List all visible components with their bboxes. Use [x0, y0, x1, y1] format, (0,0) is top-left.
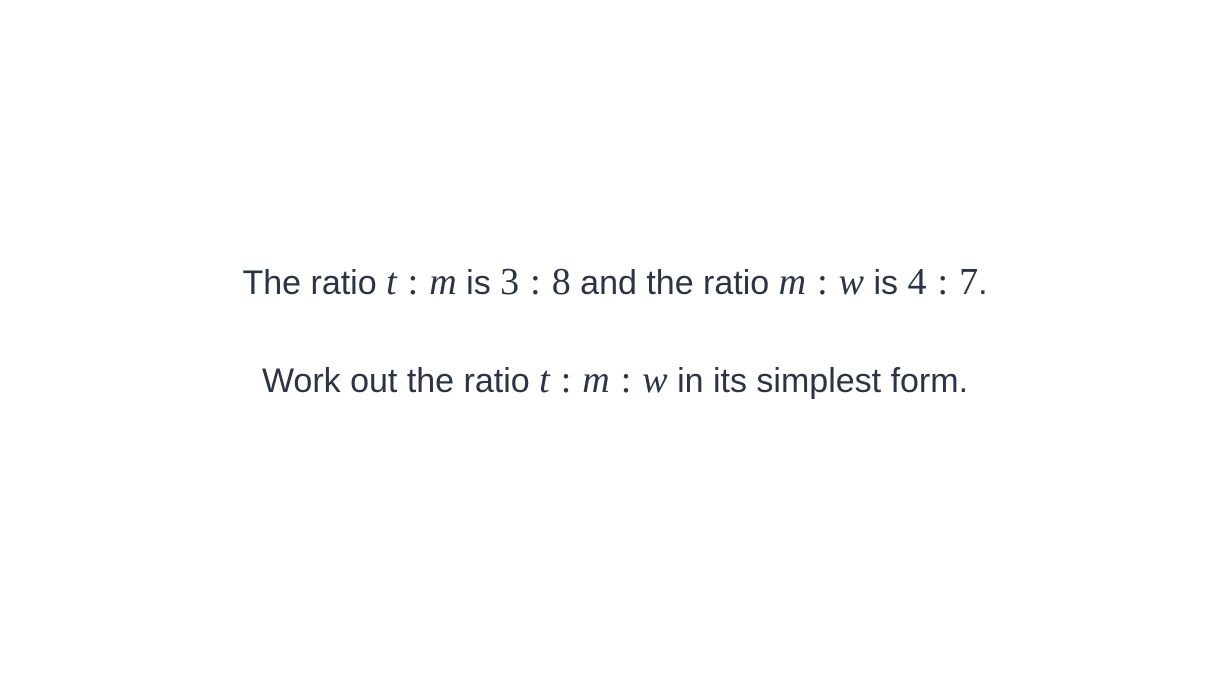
- question-statement-line: The ratio t:m is 3:8 and the ratio m:w i…: [0, 262, 1230, 303]
- ratio-colon: :: [817, 261, 828, 303]
- ratio-value-4: 4: [907, 261, 927, 303]
- ratio-m-to-w: m:w: [779, 261, 864, 303]
- statement-text-2: is: [466, 264, 491, 302]
- ratio-colon: :: [530, 261, 541, 303]
- question-instruction-line: Work out the ratio t:m:w in its simplest…: [0, 360, 1230, 401]
- ratio-term-w: w: [838, 261, 865, 303]
- statement-text-4: is: [873, 264, 899, 302]
- statement-text-1: The ratio: [242, 264, 377, 302]
- statement-text-3: and the ratio: [580, 264, 770, 302]
- ratio-term-m: m: [582, 359, 610, 401]
- question-page: The ratio t:m is 3:8 and the ratio m:w i…: [0, 0, 1230, 673]
- ratio-term-m: m: [429, 261, 457, 303]
- statement-period: .: [978, 264, 988, 302]
- ratio-4-to-7: 4:7: [908, 261, 979, 303]
- ratio-term-w: w: [642, 359, 668, 401]
- instruction-text-1: Work out the ratio: [261, 362, 530, 400]
- ratio-colon: :: [937, 261, 949, 303]
- ratio-colon: :: [560, 359, 572, 401]
- ratio-term-t: t: [386, 261, 397, 303]
- ratio-t-to-m-to-w: t:m:w: [539, 359, 668, 401]
- ratio-value-3: 3: [500, 261, 520, 303]
- ratio-t-to-m: t:m: [386, 261, 457, 303]
- ratio-3-to-8: 3:8: [500, 261, 571, 303]
- ratio-colon: :: [620, 359, 632, 401]
- ratio-term-m: m: [778, 261, 807, 303]
- ratio-value-8: 8: [551, 261, 571, 303]
- ratio-term-t: t: [539, 359, 550, 401]
- ratio-colon: :: [407, 261, 419, 303]
- instruction-text-2: in its simplest form.: [677, 362, 969, 400]
- ratio-value-7: 7: [959, 261, 979, 303]
